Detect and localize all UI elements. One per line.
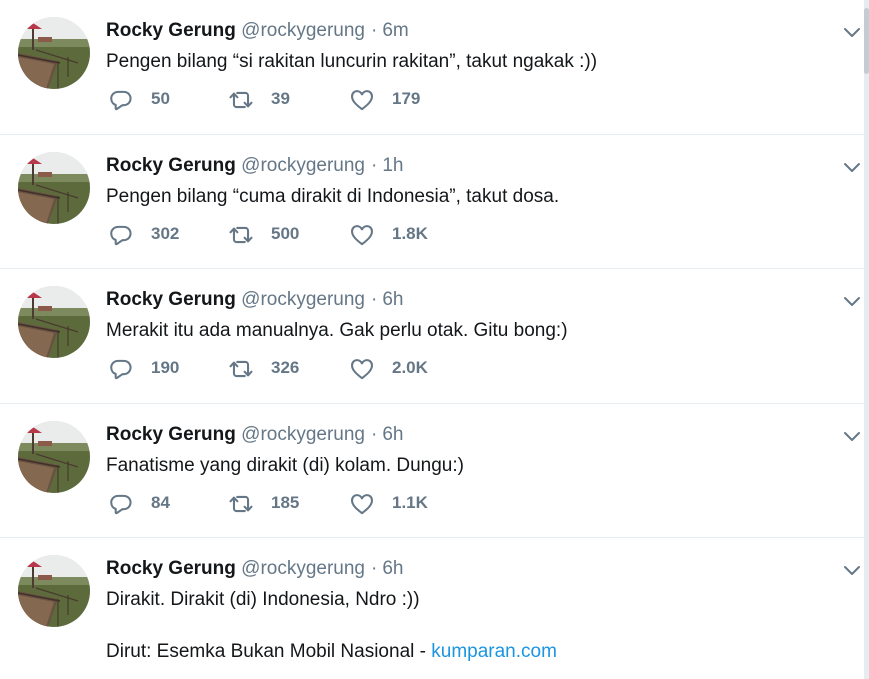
chevron-down-icon[interactable]: [842, 291, 862, 311]
heart-icon: [349, 491, 375, 517]
tweet-text-prefix: Dirut: Esemka Bukan Mobil Nasional -: [106, 641, 432, 662]
tweet-card[interactable]: Rocky Gerung @rockygerung · 1h Pengen bila…: [0, 135, 864, 269]
author-name[interactable]: Rocky Gerung: [106, 155, 236, 176]
author-name[interactable]: Rocky Gerung: [106, 20, 236, 41]
heart-icon: [349, 87, 375, 113]
tweet-header: Rocky Gerung @rockygerung · 6m: [106, 18, 409, 44]
reply-count: 84: [151, 493, 170, 512]
separator-dot: ·: [371, 424, 378, 445]
avatar[interactable]: [18, 152, 90, 224]
reply-count: 302: [151, 224, 180, 243]
reply-count: 190: [151, 358, 180, 377]
separator-dot: ·: [371, 20, 378, 41]
separator-dot: ·: [371, 558, 378, 579]
retweet-icon: [228, 356, 254, 382]
tweet-text-line: Dirakit. Dirakit (di) Indonesia, Ndro :)…: [106, 589, 420, 610]
tweet-text: Pengen bilang “cuma dirakit di Indonesia…: [106, 186, 560, 207]
tweet-text: Merakit itu ada manualnya. Gak perlu ota…: [106, 320, 568, 341]
tweet-timeline: Rocky Gerung @rockygerung · 6m Pengen bila…: [0, 0, 864, 679]
scrollbar[interactable]: [864, 0, 869, 679]
retweet-count: 500: [271, 224, 300, 243]
heart-icon: [349, 222, 375, 248]
avatar[interactable]: [18, 17, 90, 89]
heart-icon: [349, 356, 375, 382]
tweet-timestamp[interactable]: 6h: [382, 424, 403, 445]
tweet-header: Rocky Gerung @rockygerung · 6h: [106, 556, 403, 582]
chevron-down-icon[interactable]: [842, 560, 862, 580]
reply-icon: [108, 87, 134, 113]
tweet-timestamp[interactable]: 1h: [382, 155, 403, 176]
retweet-count: 39: [271, 89, 290, 108]
tweet-header: Rocky Gerung @rockygerung · 6h: [106, 287, 403, 313]
author-name[interactable]: Rocky Gerung: [106, 558, 236, 579]
avatar[interactable]: [18, 286, 90, 358]
tweet-link[interactable]: kumparan.com: [431, 641, 557, 662]
author-handle[interactable]: @rockygerung: [241, 289, 365, 310]
retweet-icon: [228, 491, 254, 517]
tweet-timestamp[interactable]: 6h: [382, 558, 403, 579]
tweet-header: Rocky Gerung @rockygerung · 1h: [106, 153, 403, 179]
separator-dot: ·: [371, 289, 378, 310]
scrollbar-thumb[interactable]: [864, 8, 869, 74]
chevron-down-icon[interactable]: [842, 22, 862, 42]
tweet-text: Dirakit. Dirakit (di) Indonesia, Ndro :)…: [106, 587, 836, 665]
retweet-count: 326: [271, 358, 300, 377]
tweet-card[interactable]: Rocky Gerung @rockygerung · 6h Dirakit. Di…: [0, 538, 864, 679]
avatar[interactable]: [18, 421, 90, 493]
author-handle[interactable]: @rockygerung: [241, 155, 365, 176]
tweet-text: Fanatisme yang dirakit (di) kolam. Dungu…: [106, 455, 464, 476]
author-handle[interactable]: @rockygerung: [241, 424, 365, 445]
like-count: 1.8K: [392, 224, 428, 243]
reply-icon: [108, 356, 134, 382]
tweet-text-line: Dirut: Esemka Bukan Mobil Nasional - kum…: [106, 639, 836, 665]
tweet-text: Pengen bilang “si rakitan luncurin rakit…: [106, 51, 598, 72]
reply-icon: [108, 222, 134, 248]
tweet-card[interactable]: Rocky Gerung @rockygerung · 6h Merakit itu…: [0, 269, 864, 404]
like-count: 1.1K: [392, 493, 428, 512]
tweet-header: Rocky Gerung @rockygerung · 6h: [106, 422, 403, 448]
reply-icon: [108, 491, 134, 517]
author-handle[interactable]: @rockygerung: [241, 558, 365, 579]
like-count: 2.0K: [392, 358, 428, 377]
chevron-down-icon[interactable]: [842, 157, 862, 177]
chevron-down-icon[interactable]: [842, 426, 862, 446]
retweet-icon: [228, 87, 254, 113]
tweet-timestamp[interactable]: 6h: [382, 289, 403, 310]
author-handle[interactable]: @rockygerung: [241, 20, 365, 41]
author-name[interactable]: Rocky Gerung: [106, 424, 236, 445]
avatar[interactable]: [18, 555, 90, 627]
tweet-card[interactable]: Rocky Gerung @rockygerung · 6m Pengen bila…: [0, 0, 864, 135]
tweet-card[interactable]: Rocky Gerung @rockygerung · 6h Fanatisme y…: [0, 404, 864, 538]
retweet-count: 185: [271, 493, 300, 512]
tweet-timestamp[interactable]: 6m: [382, 20, 408, 41]
retweet-icon: [228, 222, 254, 248]
reply-count: 50: [151, 89, 170, 108]
author-name[interactable]: Rocky Gerung: [106, 289, 236, 310]
separator-dot: ·: [371, 155, 378, 176]
like-count: 179: [392, 89, 421, 108]
